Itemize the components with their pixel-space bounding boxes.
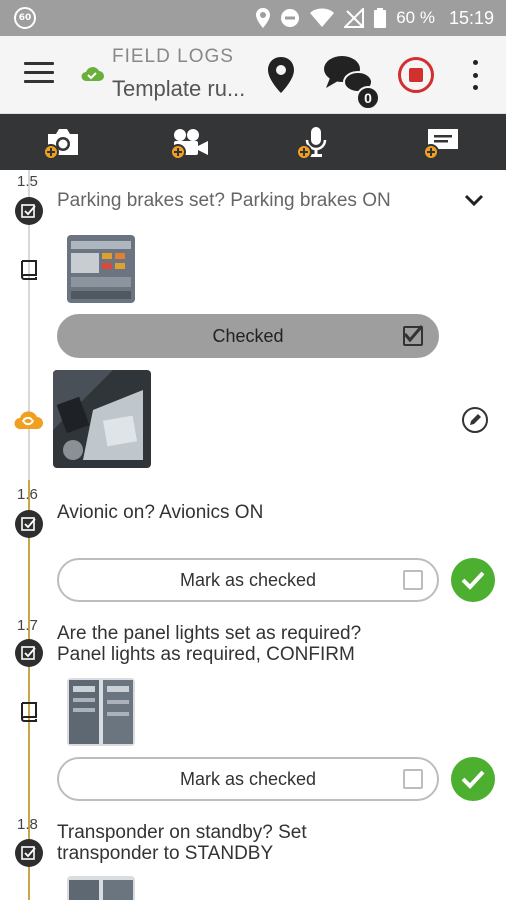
cloud-check-icon <box>81 67 104 81</box>
confirm-ok-button[interactable] <box>451 558 495 602</box>
checklist-step-icon <box>15 639 43 667</box>
checkmark-icon <box>461 571 485 590</box>
checked-button[interactable]: Checked <box>57 314 439 358</box>
battery-icon <box>374 8 387 28</box>
step-number: 1.6 <box>17 486 38 503</box>
stop-icon <box>409 68 423 82</box>
mark-as-checked-button[interactable]: Mark as checked <box>57 757 439 801</box>
reference-image-thumbnail[interactable] <box>67 235 135 303</box>
more-options-button[interactable] <box>468 60 482 90</box>
template-name[interactable]: Template ru... <box>112 76 245 102</box>
mark-as-checked-label: Mark as checked <box>179 569 317 590</box>
mark-as-checked-label: Mark as checked <box>179 768 317 789</box>
checklist-step-icon <box>15 197 43 225</box>
add-note-button[interactable] <box>413 118 473 166</box>
checklist-step-icon <box>15 510 43 538</box>
step-text-line: Are the panel lights set as required? <box>57 623 362 644</box>
checkbox-empty-icon <box>403 769 423 789</box>
app-title: FIELD LOGS <box>112 46 234 67</box>
checked-button-label: Checked <box>212 325 284 346</box>
confirm-ok-button[interactable] <box>451 757 495 801</box>
app-bar: FIELD LOGS Template ru... 0 <box>0 36 506 114</box>
step-number: 1.8 <box>17 816 38 833</box>
checkbox-empty-icon <box>403 570 423 590</box>
step-text-line: transponder to STANDBY <box>57 843 274 864</box>
notification-icon: 60 <box>14 7 36 29</box>
status-bar: 60 60 % 15:19 <box>0 0 506 36</box>
media-toolbar <box>0 114 506 170</box>
checkmark-icon <box>461 770 485 789</box>
battery-percent: 60 % <box>396 8 435 27</box>
menu-button[interactable] <box>24 62 54 88</box>
reference-image-thumbnail[interactable] <box>67 678 135 746</box>
location-status-icon <box>256 8 271 28</box>
stop-recording-button[interactable] <box>398 57 434 93</box>
add-video-button[interactable] <box>160 118 220 166</box>
step-text: Parking brakes set? Parking brakes ON <box>57 190 391 211</box>
add-audio-button[interactable] <box>286 118 346 166</box>
checkbox-checked-icon <box>403 325 424 346</box>
edit-icon[interactable] <box>462 407 488 433</box>
no-signal-icon <box>344 8 365 28</box>
cloud-sync-icon <box>14 411 43 429</box>
wifi-icon <box>310 8 335 27</box>
mark-as-checked-button[interactable]: Mark as checked <box>57 558 439 602</box>
checklist-step-icon <box>15 839 43 867</box>
manual-book-icon[interactable] <box>18 700 40 722</box>
captured-photo-thumbnail[interactable] <box>53 370 151 468</box>
chat-count-badge: 0 <box>356 86 380 110</box>
add-photo-button[interactable] <box>33 118 93 166</box>
step-text-line: Transponder on standby? Set <box>57 822 307 843</box>
step-text: Transponder on standby? Set transponder … <box>57 822 307 864</box>
status-icons: 60 % 15:19 <box>256 0 494 36</box>
dnd-icon <box>281 9 300 27</box>
step-text: Are the panel lights set as required? Pa… <box>57 623 361 665</box>
step-number: 1.7 <box>17 617 38 634</box>
clock: 15:19 <box>448 7 494 28</box>
chevron-down-icon[interactable] <box>463 192 485 208</box>
reference-image-thumbnail[interactable] <box>67 876 135 900</box>
manual-book-icon[interactable] <box>18 258 40 280</box>
step-text-line: Panel lights as required, CONFIRM <box>57 644 355 665</box>
step-number: 1.5 <box>17 173 38 190</box>
step-text: Avionic on? Avionics ON <box>57 502 264 523</box>
location-pin-icon[interactable] <box>266 56 296 94</box>
